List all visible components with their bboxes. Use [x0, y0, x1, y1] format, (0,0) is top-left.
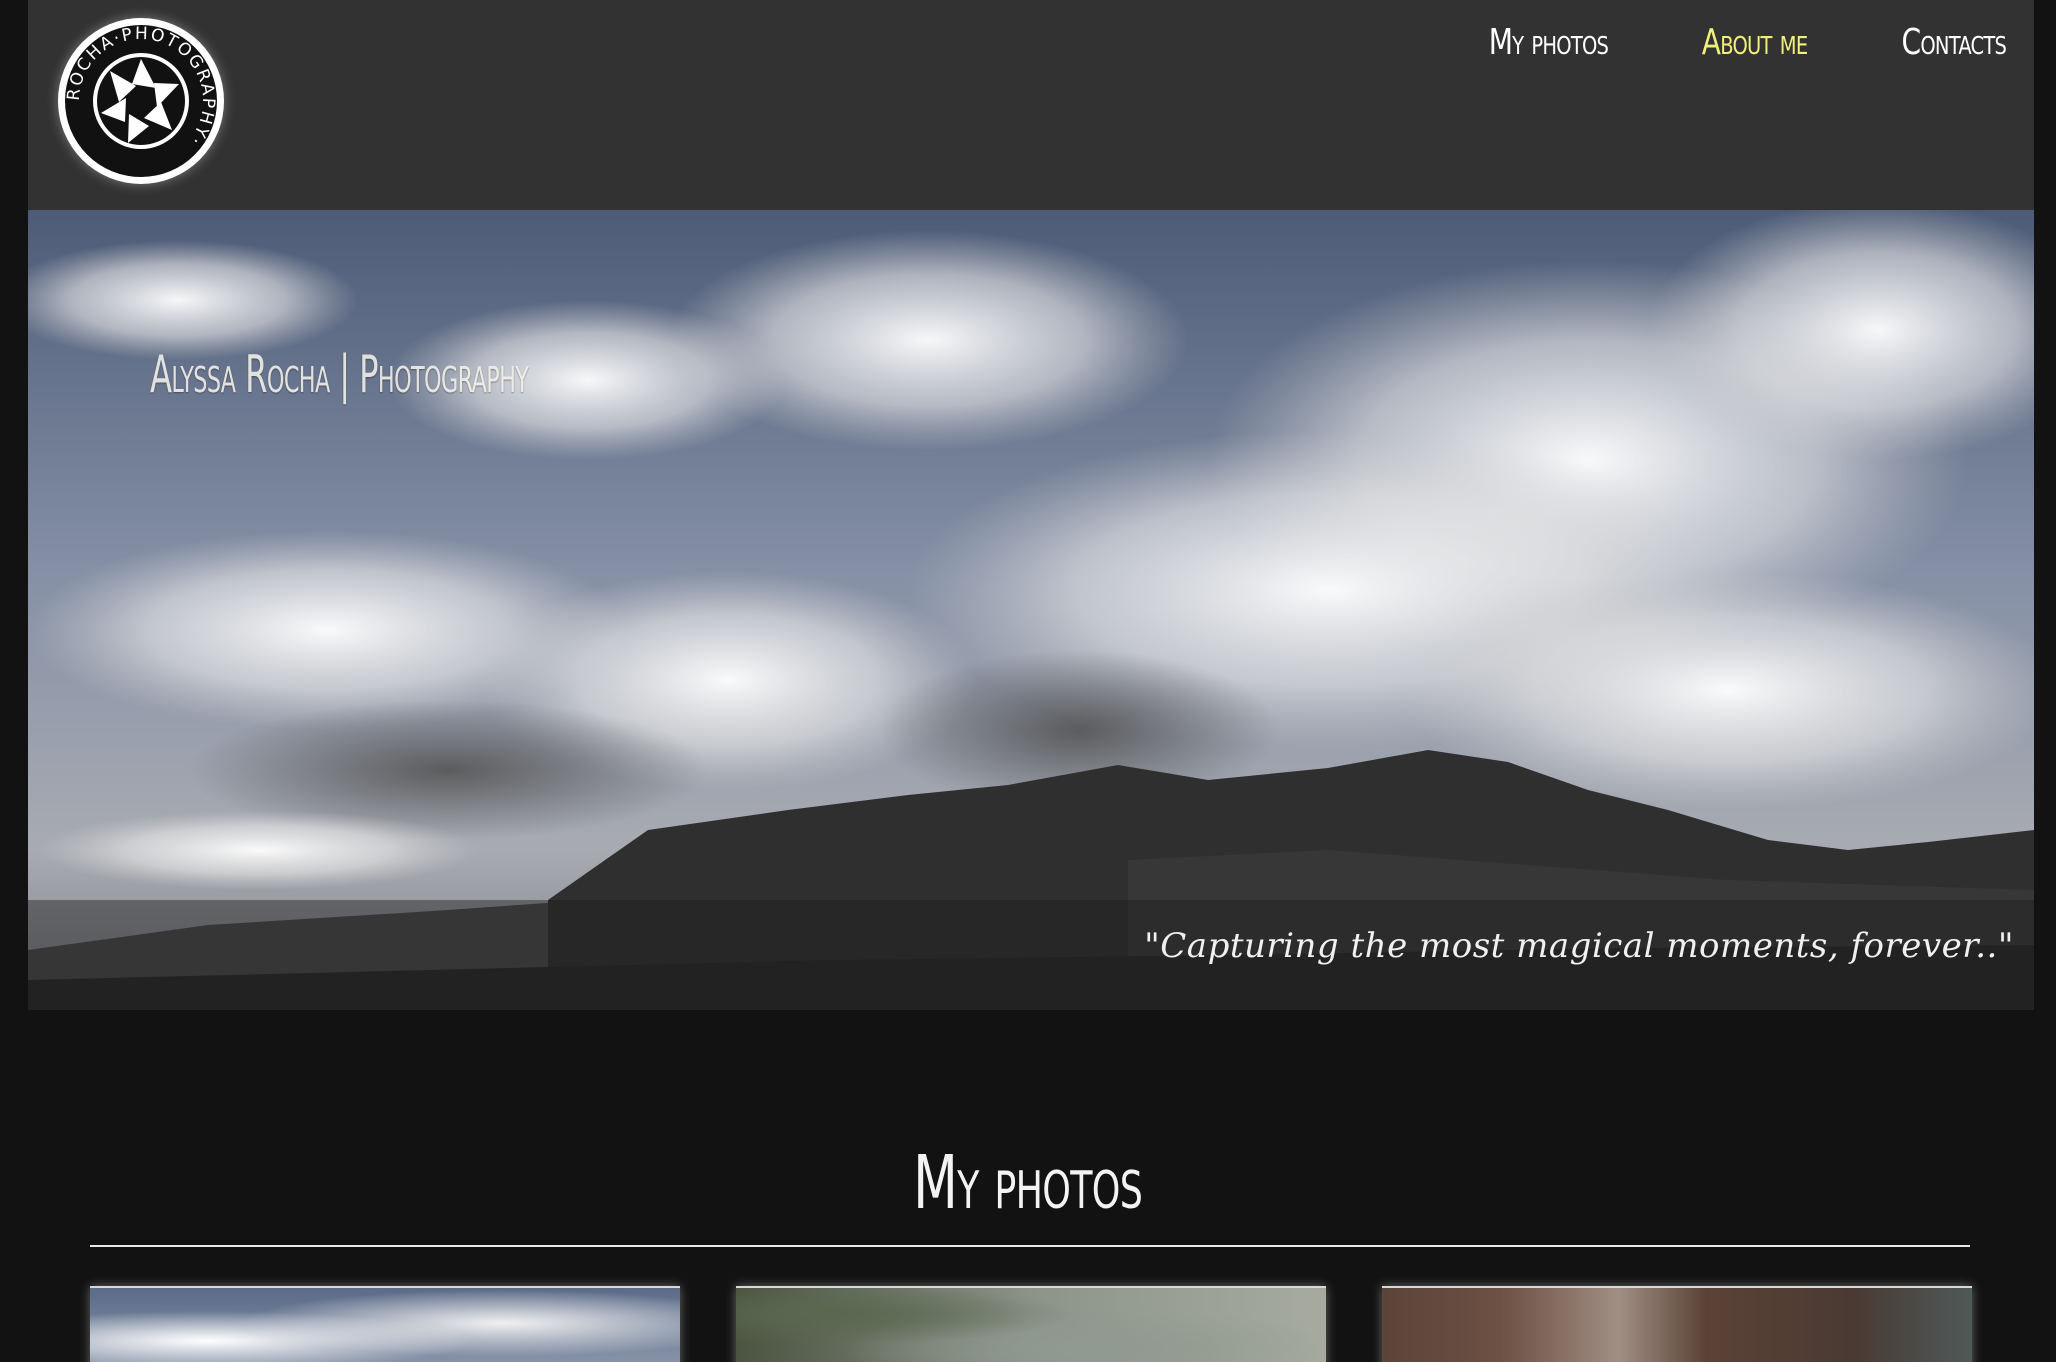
photo-gallery — [90, 1286, 1972, 1362]
hero-tagline: "Capturing the most magical moments, for… — [1144, 926, 2014, 966]
hero-landscape-image — [28, 210, 2034, 1010]
photo-thumbnail[interactable] — [736, 1286, 1326, 1362]
nav-item-my-photos[interactable]: My photos — [1489, 22, 1609, 63]
hero-banner: Alyssa Rocha | Photography "Capturing th… — [28, 210, 2034, 1010]
aperture-logo-icon: ROCHA·PHOTOGRAPHY· — [61, 21, 221, 181]
nav-item-contacts[interactable]: Contacts — [1901, 22, 2006, 63]
section-divider — [90, 1245, 1970, 1247]
main-nav: My photos About me Contacts — [1455, 22, 2007, 63]
hero-title: Alyssa Rocha | Photography — [150, 345, 529, 405]
photo-thumbnail[interactable] — [90, 1286, 680, 1362]
page: ROCHA·PHOTOGRAPHY· My photos About me Co… — [0, 0, 2056, 1362]
nav-item-about-me[interactable]: About me — [1702, 22, 1808, 63]
photo-thumbnail[interactable] — [1382, 1286, 1972, 1362]
logo[interactable]: ROCHA·PHOTOGRAPHY· — [58, 18, 224, 184]
section-title-text: My photos — [913, 1140, 1143, 1226]
site-header: ROCHA·PHOTOGRAPHY· My photos About me Co… — [28, 0, 2034, 210]
section-title: My photos — [0, 1140, 2056, 1226]
